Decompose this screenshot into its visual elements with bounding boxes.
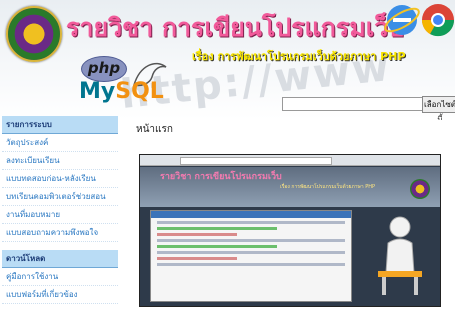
code-line [157, 221, 345, 224]
code-line [157, 233, 237, 236]
preview-subtitle: เรื่อง การพัฒนาโปรแกรมเว็บด้วยภาษา PHP [280, 184, 376, 190]
page-title: หน้าแรก [136, 124, 173, 135]
sidebar-item-user-manual[interactable]: คู่มือการใช้งาน [2, 268, 118, 286]
sidebar-heading: รายการระบบ [2, 116, 118, 134]
person-at-desk-illustration [378, 216, 422, 295]
header-banner: http://www รายวิชา การเขียนโปรแกรมเว็บ เ… [0, 0, 455, 120]
code-line [157, 257, 237, 260]
address-bar [180, 157, 332, 165]
site-subtitle: เรื่อง การพัฒนาโปรแกรมเว็บด้วยภาษา PHP [192, 50, 406, 63]
site-title: รายวิชา การเขียนโปรแกรมเว็บ [66, 13, 405, 42]
sidebar-section-download: ดาวน์โหลด คู่มือการใช้งาน แบบฟอร์มที่เกี… [0, 250, 120, 304]
university-logo [6, 6, 62, 62]
search-input[interactable] [282, 97, 428, 111]
sidebar-item-register[interactable]: ลงทะเบียนเรียน [2, 152, 118, 170]
sidebar-item-satisfaction-survey[interactable]: แบบสอบถามความพึงพอใจ [2, 224, 118, 242]
sidebar-item-related-forms[interactable]: แบบฟอร์มที่เกี่ยวข้อง [2, 286, 118, 304]
sidebar-item-cai-lesson[interactable]: บทเรียนคอมพิวเตอร์ช่วยสอน [2, 188, 118, 206]
mysql-logo-sql: SQL [115, 79, 164, 104]
browser-toolbar [140, 155, 440, 166]
sidebar-item-objectives[interactable]: วัตถุประสงค์ [2, 134, 118, 152]
internet-explorer-icon [384, 5, 420, 35]
sidebar-item-pre-post-test[interactable]: แบบทดสอบก่อน-หลังเรียน [2, 170, 118, 188]
mysql-logo-my: My [79, 79, 116, 104]
mysql-logo: MySQL [79, 79, 164, 104]
code-line [157, 227, 277, 230]
code-editor [150, 210, 352, 302]
search-button[interactable]: เลือกไซต์นี้ [422, 96, 455, 120]
preview-title: รายวิชา การเขียนโปรแกรมเว็บ [160, 172, 282, 182]
sidebar: รายการระบบ วัตถุประสงค์ ลงทะเบียนเรียน แ… [0, 116, 120, 311]
preview-screenshot: รายวิชา การเขียนโปรแกรมเว็บ เรื่อง การพั… [139, 154, 441, 307]
sidebar-item-assignments[interactable]: งานที่มอบหมาย [2, 206, 118, 224]
editor-titlebar [151, 211, 351, 218]
code-line [157, 263, 345, 266]
preview-logo [410, 179, 430, 199]
code-line [157, 245, 277, 248]
code-line [157, 239, 345, 242]
code-line [157, 251, 345, 254]
sidebar-heading: ดาวน์โหลด [2, 250, 118, 268]
chrome-icon [421, 4, 455, 37]
sidebar-section-system: รายการระบบ วัตถุประสงค์ ลงทะเบียนเรียน แ… [0, 116, 120, 242]
